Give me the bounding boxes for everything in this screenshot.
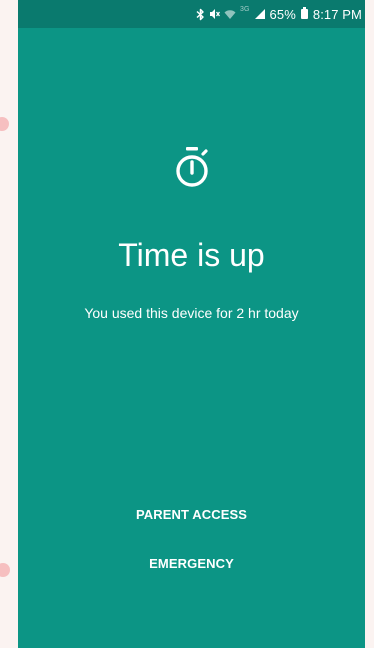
emergency-button[interactable]: EMERGENCY	[133, 548, 250, 579]
mute-icon	[209, 7, 220, 21]
phone-screen: 3G 65% 8:17 PM Time is up You used this …	[18, 0, 365, 648]
bluetooth-icon	[196, 7, 205, 21]
battery-icon	[300, 7, 308, 19]
background-left-edge	[0, 0, 18, 648]
network-type-label: 3G	[240, 6, 250, 13]
background-right-edge	[365, 0, 374, 648]
usage-message: You used this device for 2 hr today	[84, 305, 299, 321]
parent-access-button[interactable]: PARENT ACCESS	[120, 499, 263, 530]
timer-icon	[175, 147, 208, 187]
battery-percent: 65%	[269, 6, 296, 22]
signal-icon	[254, 7, 266, 21]
page-title: Time is up	[118, 237, 265, 273]
clock: 8:17 PM	[312, 6, 362, 22]
wifi-icon	[224, 7, 236, 21]
status-bar: 3G 65% 8:17 PM	[18, 0, 365, 28]
